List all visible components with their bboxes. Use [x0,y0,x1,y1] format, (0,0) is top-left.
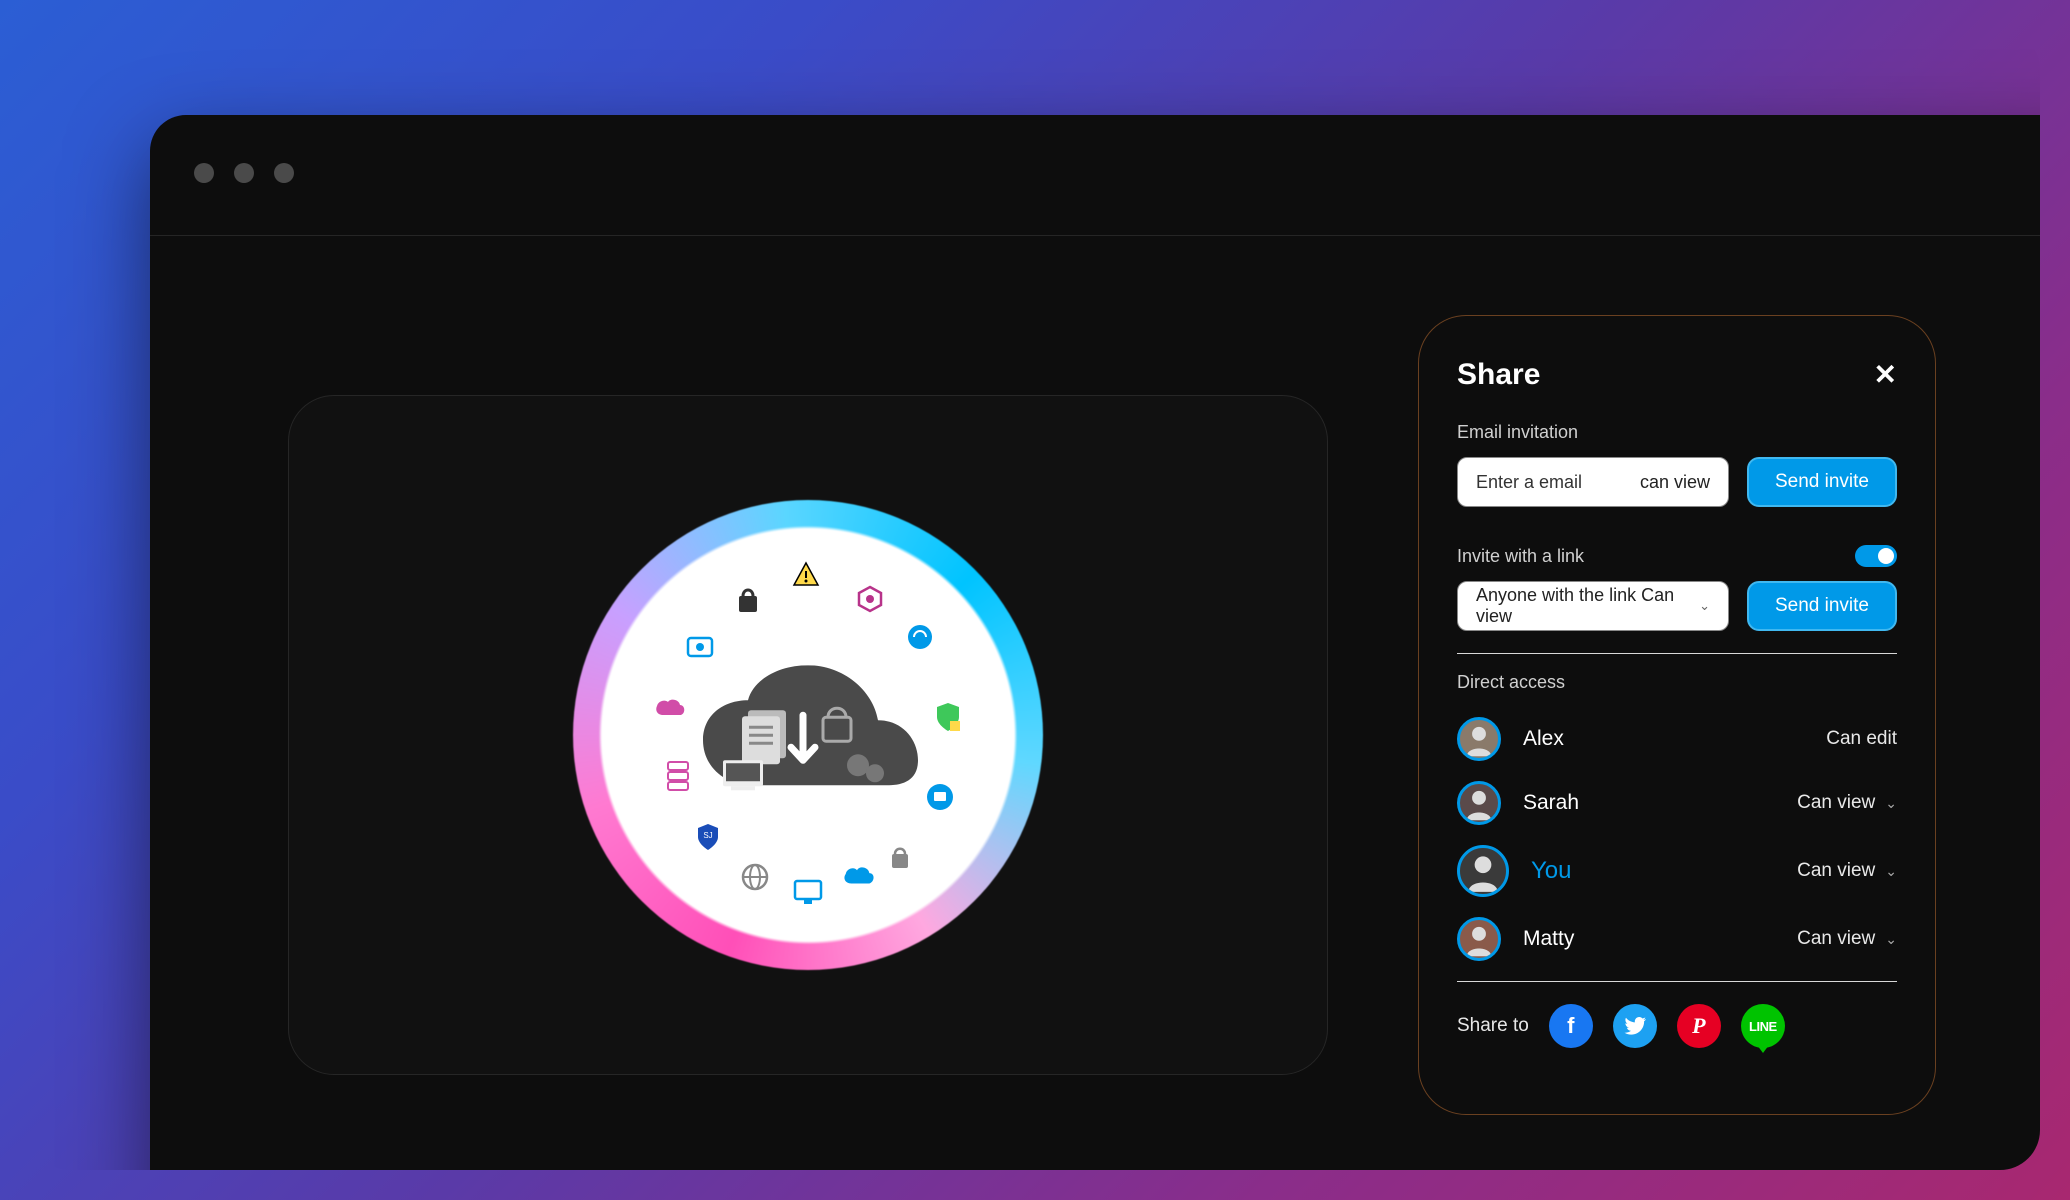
permission-text: Can view [1797,860,1875,882]
content-card: SJ [288,395,1328,1075]
person-name: Alex [1523,727,1564,751]
permission-text: Can view [1797,792,1875,814]
permission-select[interactable]: Can view ⌄ [1797,792,1897,814]
share-to-label: Share to [1457,1015,1529,1037]
monitor-icon [791,875,825,909]
svg-text:SJ: SJ [703,831,712,840]
line-icon[interactable]: LINE [1741,1004,1785,1048]
divider [1457,653,1897,654]
person-name: Sarah [1523,791,1579,815]
chevron-down-icon: ⌄ [1699,598,1710,614]
traffic-light-close[interactable] [194,163,214,183]
send-email-invite-button[interactable]: Send invite [1747,457,1897,507]
link-permission-select[interactable]: Anyone with the link Can view ⌄ [1457,581,1729,631]
facebook-icon[interactable]: f [1549,1004,1593,1048]
cloud-lock-icon [653,690,687,724]
chevron-down-icon: ⌄ [1885,863,1897,880]
browser-divider [150,235,2040,236]
window-traffic-lights [194,163,294,183]
divider [1457,981,1897,982]
share-panel: Share ✕ Email invitation can view Send i… [1418,315,1936,1115]
permission-select[interactable]: Can view ⌄ [1797,928,1897,950]
close-icon[interactable]: ✕ [1874,361,1897,389]
invite-link-label: Invite with a link [1457,546,1584,567]
share-title: Share [1457,358,1540,392]
avatar [1457,717,1501,761]
warning-icon [789,558,823,592]
avatar [1457,917,1501,961]
chevron-down-icon: ⌄ [1885,795,1897,812]
pinterest-icon[interactable]: P [1677,1004,1721,1048]
twitter-icon[interactable] [1613,1004,1657,1048]
browser-window: SJ Share ✕ Email invitation can v [150,115,2040,1170]
security-shield-icon: SJ [691,820,725,854]
lock-icon [731,582,765,616]
person-name: Matty [1523,927,1574,951]
email-input[interactable] [1476,472,1626,493]
email-invitation-label: Email invitation [1457,422,1897,443]
invite-link-toggle[interactable] [1855,545,1897,567]
person-name: You [1531,857,1572,885]
cloud-fill-icon [841,858,875,892]
access-row: Matty Can view ⌄ [1457,907,1897,971]
avatar [1457,781,1501,825]
permission-text: Can view [1797,928,1875,950]
access-row: Sarah Can view ⌄ [1457,771,1897,835]
permission-text: Can edit [1826,728,1897,750]
email-permission-text[interactable]: can view [1640,472,1710,493]
cloud-icon [693,665,923,820]
link-permission-text: Anyone with the link Can view [1476,585,1699,627]
avatar [1457,845,1509,897]
cloud-sync-icon [903,620,937,654]
traffic-light-maximize[interactable] [274,163,294,183]
chevron-down-icon: ⌄ [1885,931,1897,948]
cloud-security-graphic: SJ [573,500,1043,970]
send-link-invite-button[interactable]: Send invite [1747,581,1897,631]
padlock-small-icon [883,840,917,874]
globe-icon [738,860,772,894]
badge-icon [683,630,717,664]
access-row: You Can view ⌄ [1457,835,1897,907]
traffic-light-minimize[interactable] [234,163,254,183]
access-row: Alex Can edit [1457,707,1897,771]
server-icon [661,758,695,792]
shield-check-icon [931,700,965,734]
message-lock-icon [923,780,957,814]
direct-access-label: Direct access [1457,672,1897,693]
hex-icon [853,582,887,616]
permission-select[interactable]: Can view ⌄ [1797,860,1897,882]
permission-select: Can edit [1826,728,1897,750]
email-input-wrap[interactable]: can view [1457,457,1729,507]
